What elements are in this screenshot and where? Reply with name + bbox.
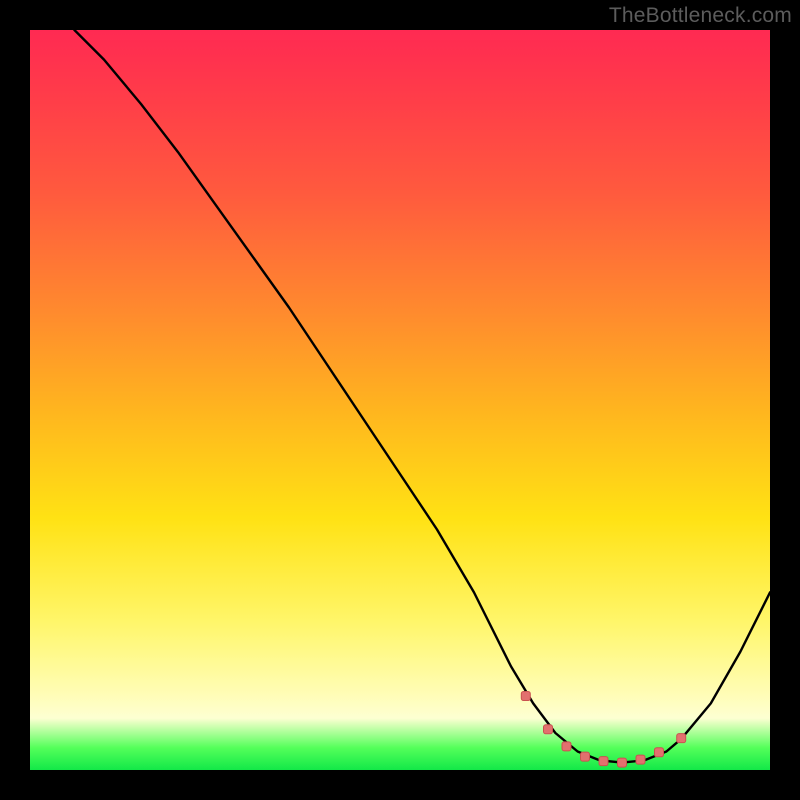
valley-marker: [544, 725, 553, 734]
valley-marker: [581, 752, 590, 761]
valley-markers: [521, 692, 685, 768]
valley-marker: [677, 734, 686, 743]
valley-marker: [636, 755, 645, 764]
valley-marker: [521, 692, 530, 701]
watermark-text: TheBottleneck.com: [609, 4, 792, 28]
bottleneck-curve: [74, 30, 770, 763]
valley-marker: [599, 757, 608, 766]
chart-frame: TheBottleneck.com: [0, 0, 800, 800]
curve-layer: [30, 30, 770, 770]
valley-marker: [562, 742, 571, 751]
valley-marker: [618, 758, 627, 767]
plot-area: [30, 30, 770, 770]
valley-marker: [655, 748, 664, 757]
